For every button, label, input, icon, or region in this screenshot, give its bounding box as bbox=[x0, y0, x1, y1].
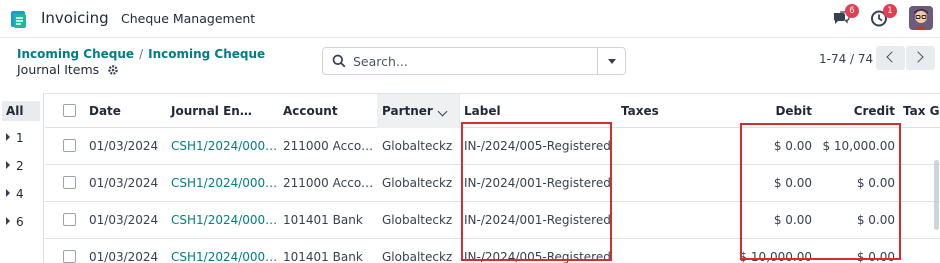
breadcrumb: Incoming Cheque / Incoming Cheque bbox=[17, 47, 265, 61]
group-item-label: 1 bbox=[16, 131, 24, 145]
vertical-scrollbar[interactable] bbox=[934, 160, 939, 230]
caret-right-icon bbox=[6, 189, 10, 197]
column-header-date[interactable]: Date bbox=[89, 104, 121, 118]
cell-date: 01/03/2024 bbox=[89, 176, 159, 190]
cell-account: 211000 Acco… bbox=[283, 139, 374, 153]
cell-partner: Globalteckz bbox=[382, 176, 453, 190]
cell-date: 01/03/2024 bbox=[89, 139, 159, 153]
cell-label: IN-/2024/005-Registered bbox=[464, 139, 611, 153]
group-item-label: 4 bbox=[16, 187, 24, 201]
user-avatar-icon bbox=[909, 6, 933, 30]
cell-debit: $ 0.00 bbox=[773, 213, 812, 227]
cell-account: 101401 Bank bbox=[283, 250, 363, 263]
search-icon bbox=[332, 54, 346, 68]
cell-label: IN-/2024/005-Registered bbox=[464, 250, 611, 263]
cell-journal-entry[interactable]: CSH1/2024/000… bbox=[171, 250, 277, 263]
column-header-journal-entry[interactable]: Journal En… bbox=[171, 104, 252, 118]
cell-debit: $ 0.00 bbox=[773, 176, 812, 190]
activities-badge: 1 bbox=[883, 4, 897, 18]
search-input[interactable] bbox=[353, 52, 593, 70]
column-header-credit[interactable]: Credit bbox=[815, 104, 895, 118]
group-item-label: 2 bbox=[16, 159, 24, 173]
chevron-right-icon bbox=[912, 51, 924, 63]
cell-account: 101401 Bank bbox=[283, 213, 363, 227]
breadcrumb-item-2[interactable]: Incoming Cheque bbox=[148, 47, 265, 61]
group-item-2[interactable]: 2 bbox=[6, 159, 24, 173]
column-header-debit[interactable]: Debit bbox=[735, 104, 812, 118]
pager-next-button[interactable] bbox=[906, 46, 935, 70]
app-logo-icon[interactable] bbox=[10, 9, 28, 29]
column-header-label[interactable]: Label bbox=[464, 104, 501, 118]
cell-credit: $ 0.00 bbox=[856, 176, 895, 190]
select-all-checkbox[interactable] bbox=[63, 104, 76, 117]
cell-partner: Globalteckz bbox=[382, 250, 453, 263]
activities-button[interactable]: 1 bbox=[870, 4, 897, 29]
cell-journal-entry[interactable]: CSH1/2024/000… bbox=[171, 176, 277, 190]
column-header-taxes[interactable]: Taxes bbox=[621, 104, 659, 118]
column-header-partner[interactable]: Partner bbox=[382, 104, 433, 118]
top-navbar: Invoicing Cheque Management 6 1 bbox=[0, 0, 940, 38]
gear-icon[interactable] bbox=[107, 64, 119, 76]
page-title-text: Journal Items bbox=[17, 62, 100, 77]
row-checkbox[interactable] bbox=[63, 250, 76, 263]
column-header-tax-grid[interactable]: Tax G bbox=[903, 104, 940, 118]
cell-credit: $ 10,000.00 bbox=[822, 139, 895, 153]
app-name[interactable]: Invoicing bbox=[41, 9, 109, 27]
messages-badge: 6 bbox=[845, 4, 859, 18]
messages-button[interactable]: 6 bbox=[832, 4, 859, 29]
row-checkbox[interactable] bbox=[63, 139, 76, 152]
group-item-label: 6 bbox=[16, 215, 24, 229]
journal-items-list: Date Journal En… Account Partner Label T… bbox=[45, 93, 940, 263]
cell-debit: $ 10,000.00 bbox=[739, 250, 812, 263]
column-divider bbox=[459, 94, 460, 128]
cell-label: IN-/2024/001-Registered bbox=[464, 176, 611, 190]
breadcrumb-separator: / bbox=[139, 47, 144, 61]
table-row[interactable]: 01/03/2024 CSH1/2024/000… 211000 Acco… G… bbox=[45, 128, 940, 165]
group-item-6[interactable]: 6 bbox=[6, 215, 24, 229]
row-checkbox[interactable] bbox=[63, 176, 76, 189]
cell-label: IN-/2024/001-Registered bbox=[464, 213, 611, 227]
group-side-panel: All 1 2 4 6 bbox=[0, 93, 44, 263]
group-item-4[interactable]: 4 bbox=[6, 187, 24, 201]
cell-journal-entry[interactable]: CSH1/2024/000… bbox=[171, 139, 277, 153]
menu-cheque-management[interactable]: Cheque Management bbox=[121, 11, 255, 26]
cell-debit: $ 0.00 bbox=[773, 139, 812, 153]
caret-right-icon bbox=[6, 133, 10, 141]
breadcrumb-item-1[interactable]: Incoming Cheque bbox=[17, 47, 134, 61]
chevron-left-icon bbox=[886, 51, 898, 63]
column-header-account[interactable]: Account bbox=[283, 104, 338, 118]
caret-right-icon bbox=[6, 217, 10, 225]
cell-journal-entry[interactable]: CSH1/2024/000… bbox=[171, 213, 277, 227]
cell-partner: Globalteckz bbox=[382, 139, 453, 153]
cell-partner: Globalteckz bbox=[382, 213, 453, 227]
cell-credit: $ 0.00 bbox=[856, 250, 895, 263]
cell-date: 01/03/2024 bbox=[89, 213, 159, 227]
cell-account: 211000 Acco… bbox=[283, 176, 374, 190]
page-title: Journal Items bbox=[17, 62, 119, 77]
caret-right-icon bbox=[6, 161, 10, 169]
search-options-toggle[interactable] bbox=[597, 48, 625, 74]
pager-value[interactable]: 1-74 / 74 bbox=[819, 52, 873, 66]
table-row[interactable]: 01/03/2024 CSH1/2024/000… 101401 Bank Gl… bbox=[45, 202, 940, 239]
group-item-1[interactable]: 1 bbox=[6, 131, 24, 145]
table-row[interactable]: 01/03/2024 CSH1/2024/000… 211000 Acco… G… bbox=[45, 165, 940, 202]
group-all[interactable]: All bbox=[2, 101, 40, 121]
pager-previous-button[interactable] bbox=[876, 46, 905, 70]
caret-down-icon bbox=[608, 59, 616, 64]
row-checkbox[interactable] bbox=[63, 213, 76, 226]
cell-credit: $ 0.00 bbox=[856, 213, 895, 227]
table-row[interactable]: 01/03/2024 CSH1/2024/000… 101401 Bank Gl… bbox=[45, 239, 940, 263]
avatar[interactable] bbox=[909, 6, 933, 30]
list-header: Date Journal En… Account Partner Label T… bbox=[45, 94, 940, 128]
cell-date: 01/03/2024 bbox=[89, 250, 159, 263]
search-bar bbox=[322, 47, 626, 75]
